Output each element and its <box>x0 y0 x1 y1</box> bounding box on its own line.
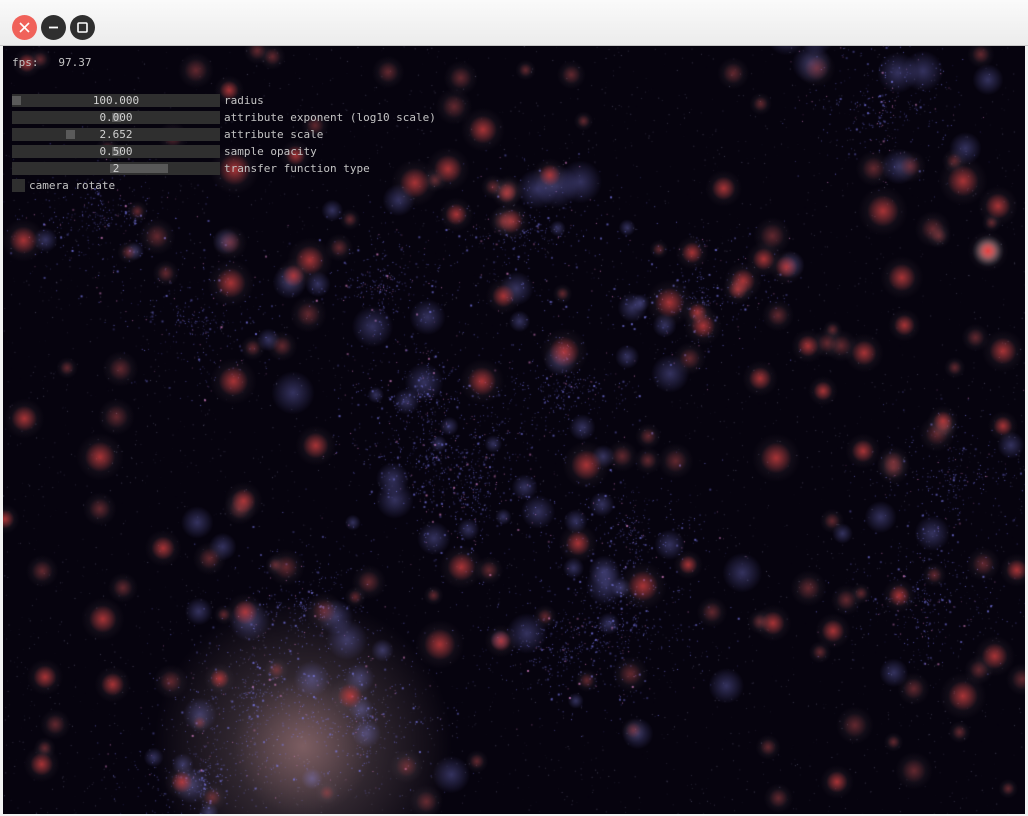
transfer-function-label: transfer function type <box>224 162 370 175</box>
fps-label: fps: <box>12 56 39 69</box>
control-panel: fps: 97.37 100.000 radius 0.000 attribut… <box>3 46 1025 814</box>
fps-value: 97.37 <box>58 56 92 69</box>
transfer-function-slider[interactable]: 2 <box>12 162 220 175</box>
close-icon <box>19 22 30 33</box>
title-bar <box>0 0 1028 46</box>
attribute-exponent-label: attribute exponent (log10 scale) <box>224 111 436 124</box>
fps-readout: fps: 97.37 <box>12 56 92 69</box>
app-window: fps: 97.37 100.000 radius 0.000 attribut… <box>0 0 1028 816</box>
sample-opacity-slider[interactable]: 0.500 <box>12 145 220 158</box>
minimize-button[interactable] <box>41 15 66 40</box>
camera-rotate-checkbox[interactable] <box>12 179 25 192</box>
attribute-scale-slider[interactable]: 2.652 <box>12 128 220 141</box>
radius-value: 100.000 <box>92 94 140 107</box>
transfer-function-value: 2 <box>112 162 120 175</box>
attribute-exponent-value: 0.000 <box>99 111 133 124</box>
minimize-icon <box>49 26 58 29</box>
attribute-exponent-slider[interactable]: 0.000 <box>12 111 220 124</box>
attribute-scale-value: 2.652 <box>99 128 133 141</box>
sample-opacity-value: 0.500 <box>99 145 133 158</box>
sample-opacity-label: sample opacity <box>224 145 317 158</box>
camera-rotate-label: camera rotate <box>29 179 116 192</box>
close-button[interactable] <box>12 15 37 40</box>
radius-slider[interactable]: 100.000 <box>12 94 220 107</box>
attribute-scale-label: attribute scale <box>224 128 324 141</box>
maximize-button[interactable] <box>70 15 95 40</box>
maximize-icon <box>77 22 88 33</box>
radius-label: radius <box>224 94 264 107</box>
particle-view[interactable]: fps: 97.37 100.000 radius 0.000 attribut… <box>3 46 1025 814</box>
